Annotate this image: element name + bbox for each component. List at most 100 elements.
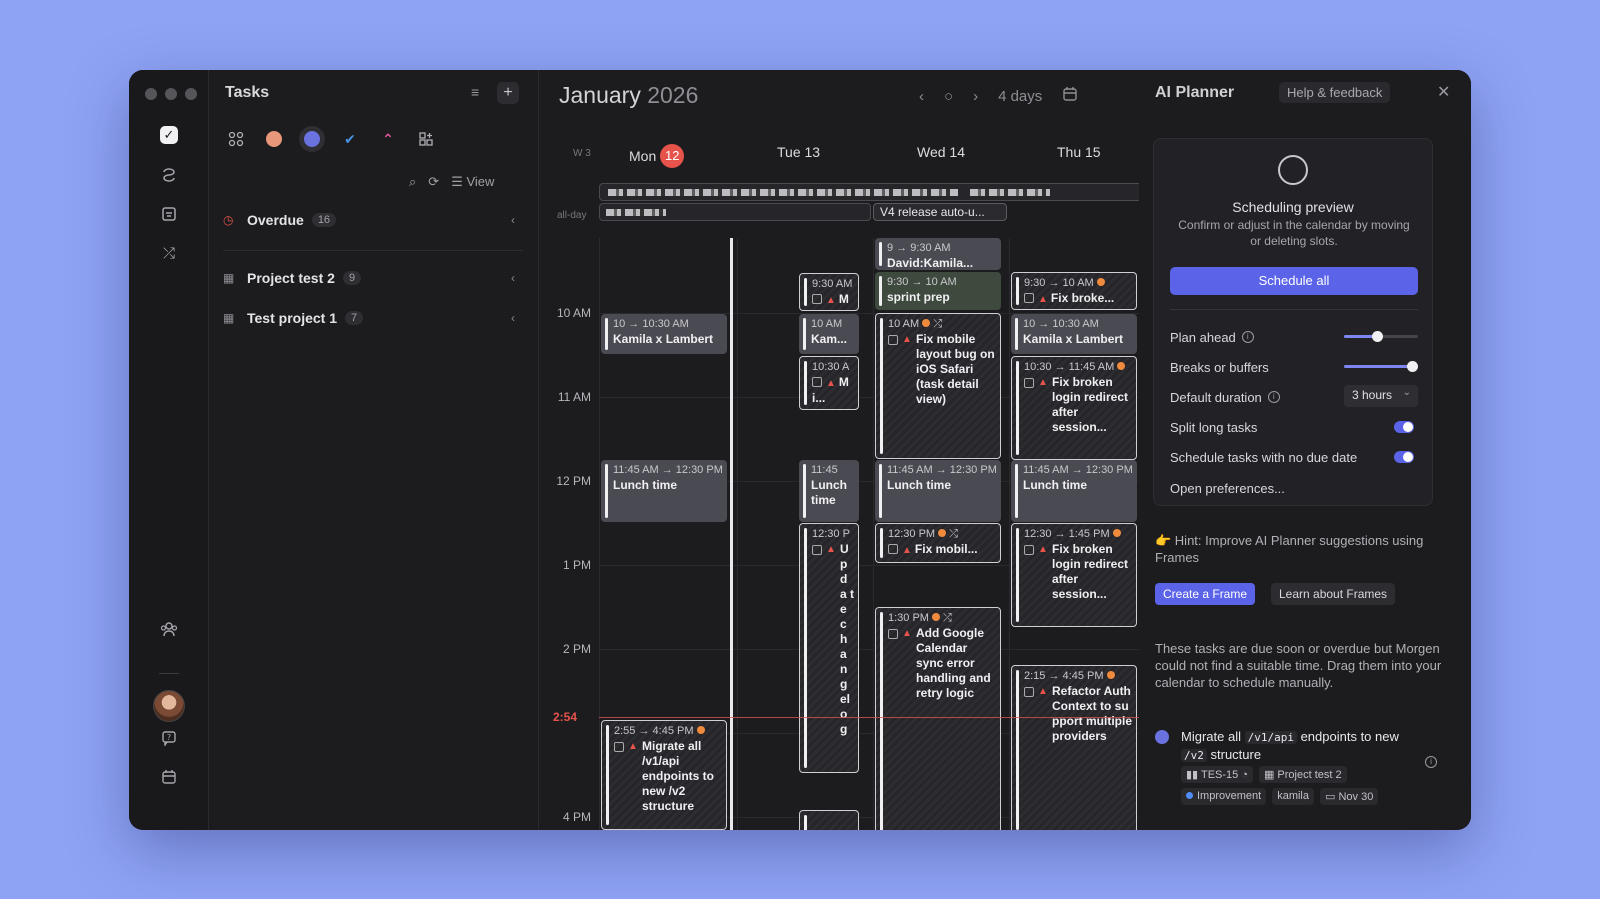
event-time: 9:30 AM	[812, 278, 853, 290]
event-lunch[interactable]: 11:45 AM → 12:30 PM Lunch time	[601, 460, 727, 522]
task-fix-login-redirect-2[interactable]: 12:30 → 1:45 PM ▲ Fix broken login redire…	[1011, 523, 1137, 627]
no-due-toggle[interactable]	[1394, 451, 1414, 463]
help-icon[interactable]: ?	[158, 727, 180, 749]
task-fix-broke-thu[interactable]: 9:30 → 10 AM ▲ Fix broke...	[1011, 272, 1137, 310]
event-david-kamila[interactable]: 9 → 9:30 AM David:Kamila...	[875, 238, 1001, 270]
refresh-icon[interactable]: ⟳	[428, 174, 439, 190]
event-time: 1:30 PM	[888, 612, 929, 624]
event-kamila-lambert[interactable]: 10 → 10:30 AM Kamila x Lambert	[601, 314, 727, 354]
event-title: Add Google Calendar sync error handling …	[916, 626, 991, 700]
view-button[interactable]: ☰ View	[451, 174, 494, 190]
close-window-button[interactable]	[145, 88, 157, 100]
create-frame-button[interactable]: Create a Frame	[1155, 583, 1256, 605]
linear-icon	[1155, 730, 1169, 744]
event-wed-lunch[interactable]: 11:45 AM → 12:30 PM Lunch time	[875, 460, 1001, 522]
task-checkbox[interactable]	[888, 335, 898, 345]
task-checkbox[interactable]	[1024, 545, 1034, 555]
event-sprint-prep[interactable]: 9:30 → 10 AM sprint prep	[875, 272, 1001, 310]
open-preferences-link[interactable]: Open preferences...	[1170, 481, 1285, 496]
schedule-all-button[interactable]: Schedule all	[1170, 267, 1418, 295]
today-circle-icon[interactable]: ○	[944, 88, 953, 105]
task-tue-930[interactable]: 9:30 AM ▲ M	[799, 273, 859, 311]
info-icon[interactable]: i	[1241, 331, 1254, 343]
today-badge: 12	[660, 144, 685, 168]
add-integration-icon[interactable]	[413, 126, 439, 152]
day-header-thu[interactable]: Thu 15	[1057, 144, 1101, 160]
task-checkbox[interactable]	[614, 742, 624, 752]
linear-icon[interactable]	[299, 126, 325, 152]
task-migrate-api[interactable]: 2:55 → 4:45 PM ▲ Migrate all /v1/api endp…	[601, 720, 727, 830]
chevron-left-icon[interactable]: ‹	[511, 213, 515, 227]
all-integrations-icon[interactable]	[223, 126, 249, 152]
orange-circle-icon[interactable]	[261, 126, 287, 152]
ai-planner-title: AI Planner	[1155, 84, 1235, 101]
task-tue-1030[interactable]: 10:30 A ▲ M i...	[799, 356, 859, 410]
help-feedback-button[interactable]: Help & feedback	[1279, 82, 1391, 103]
task-google-calendar-sync[interactable]: 1:30 PM ⤮ ▲ Add Google Calendar sync erro…	[875, 607, 1001, 830]
allday-blurred-event-2[interactable]	[599, 203, 871, 221]
filter-icon[interactable]: ≡	[471, 84, 479, 100]
group-test-project-1[interactable]: ▦ Test project 1 7 ‹	[223, 306, 523, 330]
event-time: 12:30 P	[812, 528, 850, 540]
task-checkbox[interactable]	[1024, 293, 1034, 303]
info-icon[interactable]: i	[1267, 391, 1280, 403]
clickup-icon[interactable]: ⌃	[375, 126, 401, 152]
task-fix-login-redirect[interactable]: 10:30 → 11:45 AM ▲ Fix broken login redir…	[1011, 356, 1137, 460]
group-overdue[interactable]: ◷ Overdue 16 ‹	[223, 208, 523, 232]
pref-label: Schedule tasks with no due date	[1170, 449, 1358, 465]
allday-blurred-event[interactable]	[599, 183, 1147, 201]
search-icon[interactable]: ⌕	[409, 174, 416, 190]
range-selector[interactable]: 4 days	[998, 88, 1042, 105]
event-title: David:Kamila...	[887, 256, 974, 270]
shuffle-icon[interactable]: ⤮	[158, 242, 180, 264]
chevron-left-icon[interactable]: ‹	[919, 88, 924, 105]
task-checkbox[interactable]	[1024, 378, 1034, 388]
minimize-window-button[interactable]	[165, 88, 177, 100]
info-icon[interactable]: i	[1425, 756, 1437, 768]
day-header-mon[interactable]: Mon 12	[629, 144, 685, 168]
pref-split-long: Split long tasks	[1170, 417, 1418, 437]
task-refactor-authcontext[interactable]: 2:15 → 4:45 PM ▲ Refactor AuthContext to …	[1011, 665, 1137, 830]
learn-frames-button[interactable]: Learn about Frames	[1271, 583, 1396, 605]
day-header-wed[interactable]: Wed 14	[917, 144, 965, 160]
event-tue-lunch[interactable]: 11:45 Lunch time	[799, 460, 859, 522]
task-checkbox[interactable]	[812, 545, 822, 555]
breaks-slider[interactable]	[1344, 361, 1419, 372]
duration-select[interactable]: 3 hours ⌄	[1344, 385, 1418, 407]
task-checkbox[interactable]	[812, 294, 822, 304]
zoom-window-button[interactable]	[185, 88, 197, 100]
inbox-icon[interactable]	[158, 203, 180, 225]
chevron-left-icon[interactable]: ‹	[511, 311, 515, 325]
task-update-changelog[interactable]: 12:30 P ▲ U p d a t e c h a n g el o g	[799, 523, 859, 773]
calendar-picker-icon[interactable]	[1062, 86, 1078, 106]
day-header-tue[interactable]: Tue 13	[777, 144, 820, 160]
split-long-toggle[interactable]	[1394, 421, 1414, 433]
task-fix-mobil[interactable]: 12:30 PM ⤮ ▲ Fix mobil...	[875, 523, 1001, 563]
avatar[interactable]	[153, 690, 185, 722]
threads-icon[interactable]	[158, 164, 180, 186]
group-project-test-2[interactable]: ▦ Project test 2 9 ‹	[223, 266, 523, 290]
allday-event[interactable]: V4 release auto-u...	[873, 203, 1007, 221]
event-thu-lunch[interactable]: 11:45 AM → 12:30 PM Lunch time	[1011, 460, 1137, 522]
task-fix-mobile-layout[interactable]: 10 AM ⤮ ▲ Fix mobile layout bug on iOS Sa…	[875, 313, 1001, 459]
event-thu-kamila[interactable]: 10 → 10:30 AM Kamila x Lambert	[1011, 314, 1137, 354]
tasks-title: Tasks	[225, 84, 270, 101]
add-task-button[interactable]: +	[497, 82, 519, 104]
task-checkbox[interactable]	[1024, 687, 1034, 697]
close-icon[interactable]: ✕	[1437, 82, 1450, 102]
chevron-right-icon[interactable]: ›	[973, 88, 978, 105]
people-icon[interactable]	[158, 618, 180, 640]
task-checkbox[interactable]	[888, 629, 898, 639]
event-time: 12:30 → 1:45 PM	[1024, 528, 1110, 540]
event-tue-kamila[interactable]: 10 AM Kam...	[799, 314, 859, 354]
plan-ahead-slider[interactable]	[1344, 331, 1418, 342]
task-checkbox[interactable]	[888, 544, 898, 554]
checkbox-icon[interactable]: ✓	[160, 126, 178, 144]
task-tue-later[interactable]	[799, 810, 859, 830]
calendar-icon[interactable]	[158, 766, 180, 788]
task-checkbox[interactable]	[812, 377, 822, 387]
chevron-left-icon[interactable]: ‹	[511, 271, 515, 285]
event-time: 10 AM	[811, 318, 843, 330]
priority-icon: ▲	[1038, 294, 1048, 305]
todo-check-icon[interactable]: ✔	[337, 126, 363, 152]
